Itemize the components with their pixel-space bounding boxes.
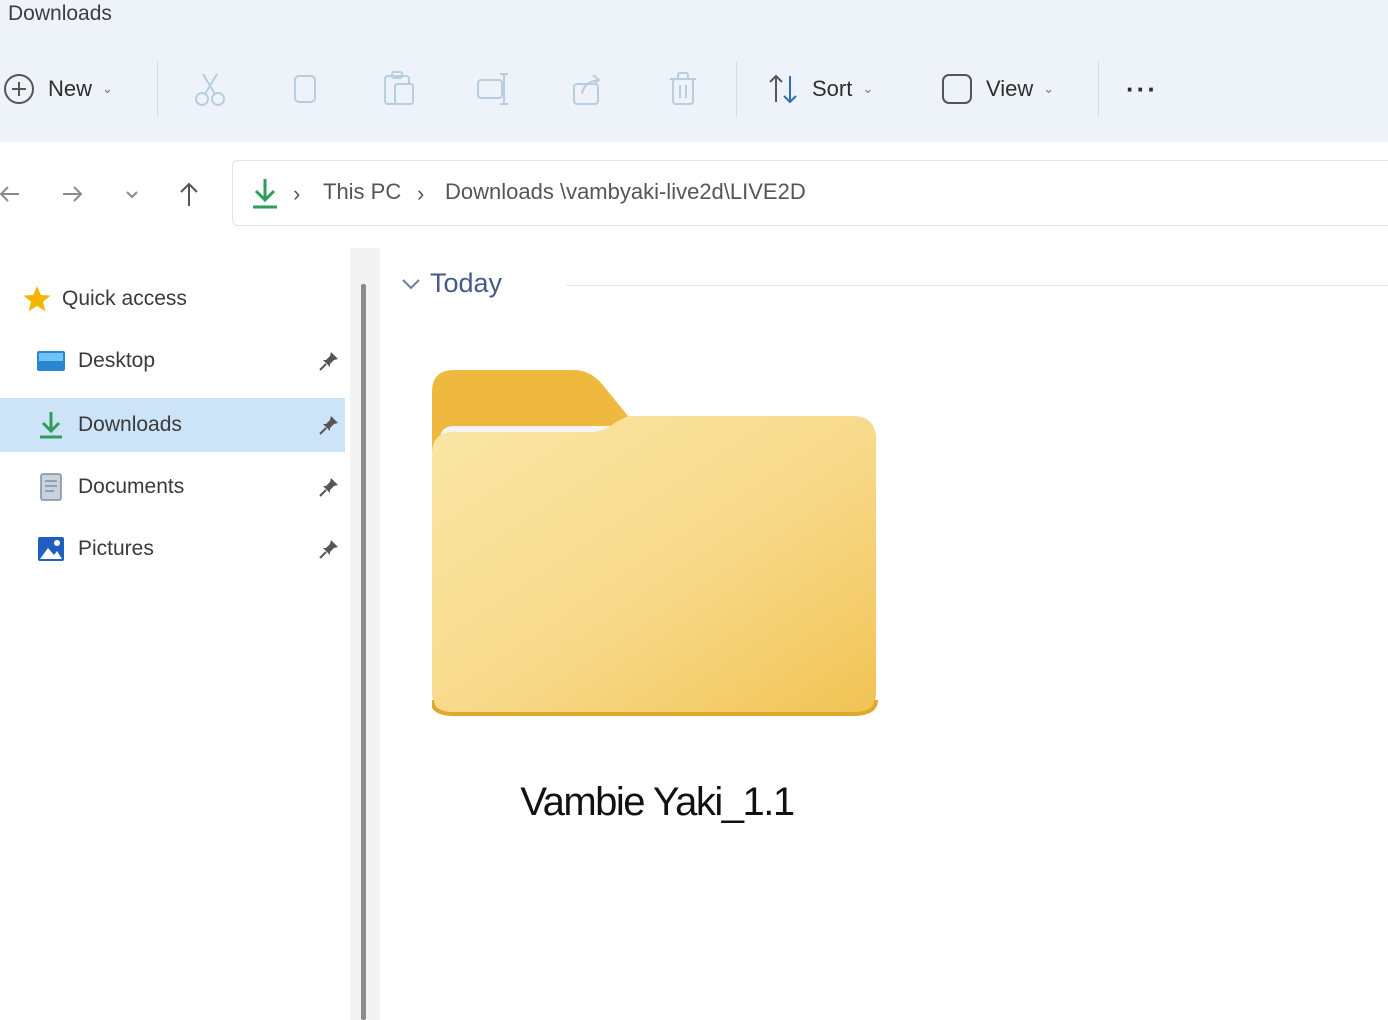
chevron-down-icon: ⌄: [862, 81, 874, 96]
rename-icon[interactable]: [475, 70, 511, 108]
copy-icon[interactable]: [287, 70, 323, 108]
sort-button[interactable]: Sort ⌄: [766, 69, 873, 109]
toolbar-separator: [736, 62, 737, 116]
view-icon: [942, 74, 972, 104]
pin-icon[interactable]: [318, 476, 340, 498]
share-icon[interactable]: [570, 70, 606, 108]
star-icon: [23, 286, 51, 312]
breadcrumb-downloads-path[interactable]: Downloads \vambyaki-live2d\LIVE2D: [445, 179, 806, 205]
trash-icon[interactable]: [665, 70, 701, 108]
folder-item[interactable]: Vambie Yaki_1.1: [432, 370, 882, 840]
chevron-down-icon: ⌄: [1043, 81, 1055, 96]
download-icon: [40, 412, 62, 439]
nav-item-label: Quick access: [62, 287, 187, 310]
nav-pane-scrollbar[interactable]: [361, 284, 366, 1020]
up-button[interactable]: [169, 172, 209, 216]
paste-icon[interactable]: [381, 70, 417, 108]
desktop-icon: [37, 351, 65, 371]
new-button-label: New: [48, 76, 93, 101]
nav-item-label: Pictures: [78, 537, 154, 560]
pin-icon[interactable]: [318, 350, 340, 372]
chevron-down-icon: [402, 278, 420, 289]
nav-item-quick-access[interactable]: Quick access: [0, 272, 345, 326]
sort-button-label: Sort: [812, 76, 853, 101]
toolbar-separator: [1098, 62, 1099, 116]
breadcrumb-separator-icon[interactable]: ›: [417, 181, 424, 207]
more-options-button[interactable]: ···: [1126, 69, 1158, 109]
content-pane: Today Vambie Yaki_1.1: [380, 248, 1388, 1020]
download-icon: [253, 179, 277, 209]
window-title: Downloads: [8, 2, 112, 25]
pictures-icon: [38, 537, 64, 561]
chevron-down-icon: [126, 191, 138, 199]
file-explorer-window: Downloads New ⌄ Sort ⌄ View ⌄ ··· › This…: [0, 0, 1388, 1020]
toolbar-separator: [157, 62, 158, 116]
pin-icon[interactable]: [318, 414, 340, 436]
new-button[interactable]: New ⌄: [2, 69, 113, 109]
folder-icon: [432, 370, 878, 716]
documents-icon: [40, 473, 62, 501]
chevron-down-icon: ⌄: [102, 81, 113, 96]
back-button[interactable]: [0, 172, 30, 216]
breadcrumb-this-pc[interactable]: This PC: [323, 179, 401, 205]
group-divider: [566, 285, 1388, 286]
command-bar-area: Downloads New ⌄ Sort ⌄ View ⌄ ···: [0, 0, 1388, 142]
group-label: Today: [430, 268, 503, 298]
nav-item-label: Desktop: [78, 349, 156, 372]
more-options-icon: ···: [1126, 73, 1158, 104]
breadcrumb-separator-icon[interactable]: ›: [293, 181, 300, 207]
folder-name: Vambie Yaki_1.1: [520, 780, 795, 824]
sort-icon: [769, 74, 797, 104]
recent-locations-button[interactable]: [112, 172, 152, 216]
nav-item-label: Downloads: [78, 413, 182, 436]
pin-icon[interactable]: [318, 538, 340, 560]
group-header-today[interactable]: Today: [400, 268, 502, 299]
arrow-left-icon: [0, 186, 19, 202]
nav-item-label: Documents: [78, 475, 185, 498]
navigation-pane: Quick access Desktop Downloads Documents…: [0, 248, 350, 1020]
view-button-label: View: [986, 76, 1034, 101]
nav-item-pictures[interactable]: Pictures: [0, 522, 345, 576]
nav-item-documents[interactable]: Documents: [0, 460, 345, 514]
nav-item-downloads[interactable]: Downloads: [0, 398, 345, 452]
arrow-right-icon: [63, 186, 83, 202]
cut-icon[interactable]: [192, 70, 228, 108]
plus-circle-icon: [4, 74, 34, 104]
forward-button[interactable]: [52, 172, 92, 216]
view-button[interactable]: View ⌄: [940, 69, 1054, 109]
address-bar[interactable]: › This PC › Downloads \vambyaki-live2d\L…: [232, 160, 1388, 226]
arrow-up-icon: [180, 182, 198, 206]
nav-item-desktop[interactable]: Desktop: [0, 334, 345, 388]
